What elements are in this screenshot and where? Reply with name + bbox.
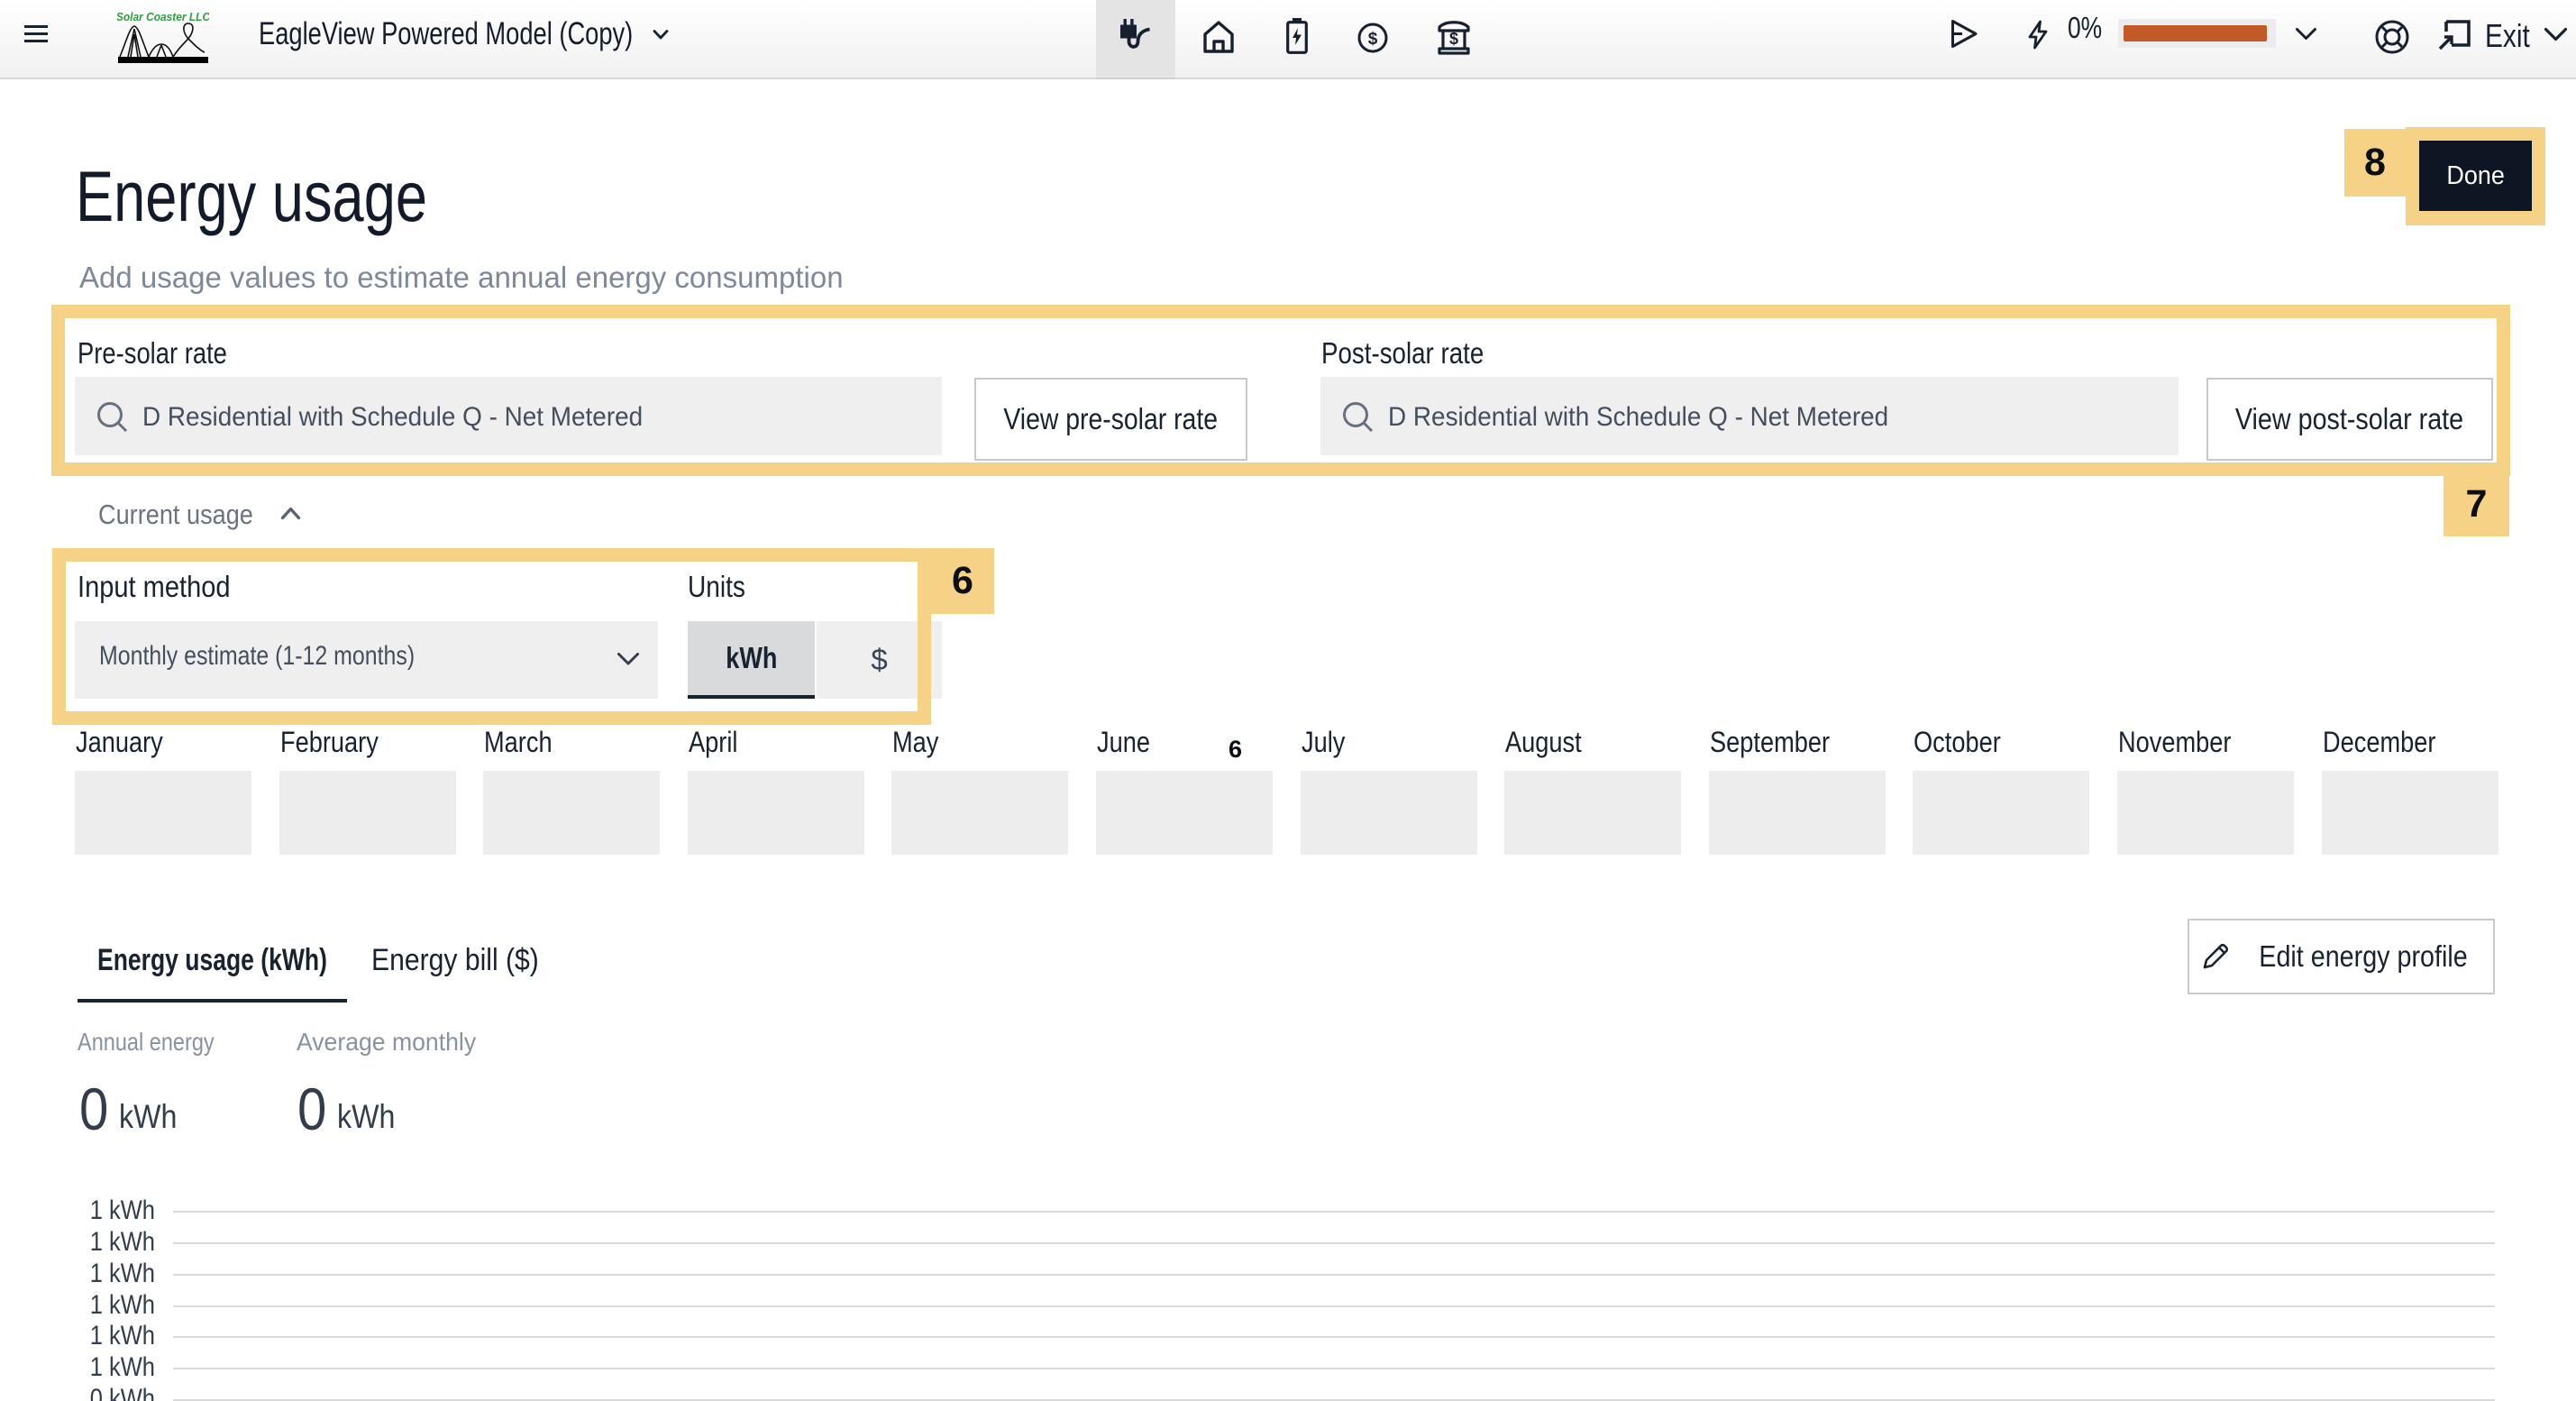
svg-text:$: $: [1368, 30, 1378, 49]
svg-text:Solar Coaster LLC: Solar Coaster LLC: [117, 11, 209, 23]
svg-text:$: $: [1449, 30, 1458, 48]
